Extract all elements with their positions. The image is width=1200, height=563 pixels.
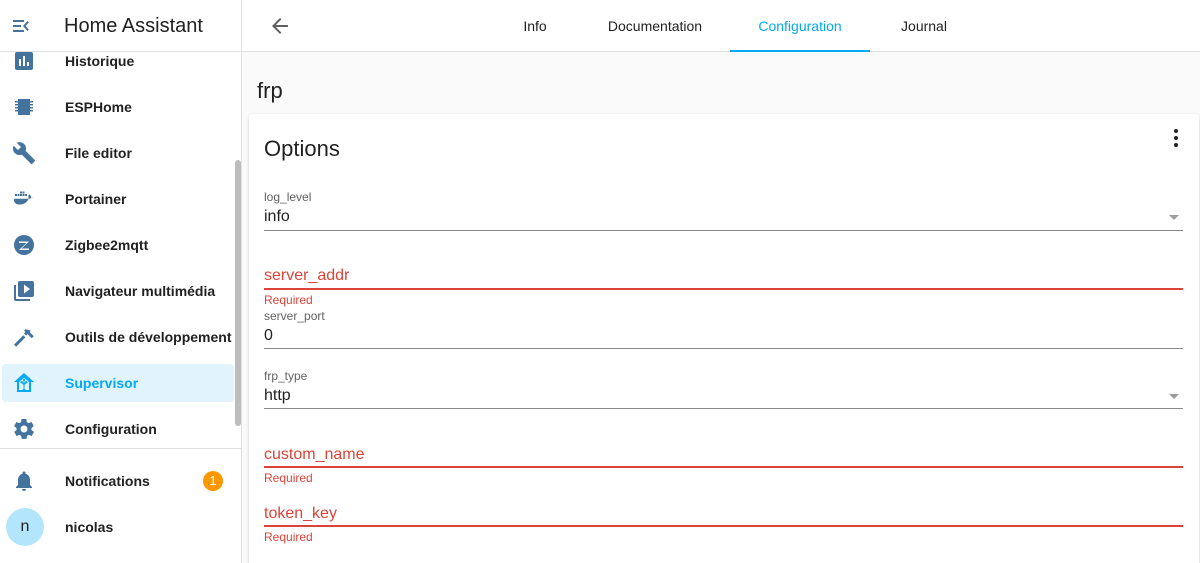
more-vertical-icon[interactable] [1166,126,1186,150]
sidebar-item-configuration[interactable]: Configuration [2,410,234,448]
sidebar: Home Assistant Historique ESPHome File e… [0,0,242,563]
home-assistant-icon [12,371,36,395]
server-port-field[interactable]: server_port 0 [264,309,1183,351]
app-title: Home Assistant [64,15,203,37]
sidebar-item-user[interactable]: n nicolas [2,508,234,546]
custom-name-field[interactable]: custom_name Required [264,445,1183,485]
sidebar-item-portainer[interactable]: Portainer [2,180,234,218]
sidebar-item-label: Notifications [65,473,150,489]
addon-name: frp [257,78,283,103]
sidebar-item-label: Zigbee2mqtt [65,237,149,253]
sidebar-item-label: Historique [65,53,135,69]
field-underline [264,230,1183,231]
sidebar-item-file-editor[interactable]: File editor [2,134,234,172]
field-underline [264,288,1183,290]
sidebar-item-notifications[interactable]: Notifications 1 [2,462,234,500]
field-value: http [264,387,291,404]
required-helper-text: Required [264,471,313,485]
zigbee-icon [12,233,36,257]
sidebar-divider [0,448,241,449]
chip-icon [12,95,36,119]
tab-info[interactable]: Info [512,0,558,52]
sidebar-item-label: Supervisor [65,375,139,391]
avatar: n [6,508,44,546]
back-arrow-icon[interactable] [268,14,292,38]
field-underline [264,466,1183,468]
token-key-field[interactable]: token_key Required [264,504,1183,544]
sidebar-item-label: Outils de développement [65,329,232,345]
top-bar: Info Documentation Configuration Journal [242,0,1200,52]
hammer-icon [12,325,36,349]
sidebar-item-label: Portainer [65,191,127,207]
field-label: frp_type [264,369,308,383]
dropdown-arrow-icon [1169,215,1179,220]
field-label: server_port [264,309,325,323]
sidebar-item-esphome[interactable]: ESPHome [2,88,234,126]
dropdown-arrow-icon [1169,394,1179,399]
sidebar-item-zigbee2mqtt[interactable]: Zigbee2mqtt [2,226,234,264]
sidebar-item-label: File editor [65,145,132,161]
options-card: Options log_level info server_addr Requi… [249,114,1199,563]
sidebar-item-label: ESPHome [65,99,132,115]
field-underline [264,348,1183,349]
tab-configuration[interactable]: Configuration [730,0,870,52]
field-label: token_key [264,505,337,522]
field-value: 0 [264,327,273,344]
sidebar-item-supervisor[interactable]: Supervisor [2,364,234,402]
sidebar-item-media-browser[interactable]: Navigateur multimédia [2,272,234,310]
tab-documentation[interactable]: Documentation [602,0,708,52]
field-underline [264,408,1183,409]
field-label: log_level [264,190,312,204]
field-underline [264,525,1183,527]
play-box-multiple-icon [12,279,36,303]
log-level-select[interactable]: log_level info [264,190,1183,232]
card-title: Options [264,136,340,161]
sidebar-header: Home Assistant [0,0,241,52]
server-addr-field[interactable]: server_addr Required [264,266,1183,307]
menu-collapse-icon[interactable] [10,14,34,38]
wrench-icon [12,141,36,165]
sidebar-scrollbar[interactable] [235,160,241,426]
sidebar-item-label: Navigateur multimédia [65,283,216,299]
frp-type-select[interactable]: frp_type http [264,369,1183,411]
bell-icon [12,469,36,493]
sidebar-item-developer-tools[interactable]: Outils de développement [2,318,234,356]
tab-journal[interactable]: Journal [892,0,956,52]
notification-count-badge: 1 [203,471,223,491]
field-value: info [264,208,290,225]
field-label: server_addr [264,267,350,284]
required-helper-text: Required [264,530,313,544]
field-label: custom_name [264,446,365,463]
docker-icon [12,187,36,211]
sidebar-item-label: Configuration [65,421,157,437]
cog-icon [12,417,36,441]
user-name: nicolas [65,519,114,535]
chart-bar-icon [12,49,36,73]
required-helper-text: Required [264,293,313,307]
